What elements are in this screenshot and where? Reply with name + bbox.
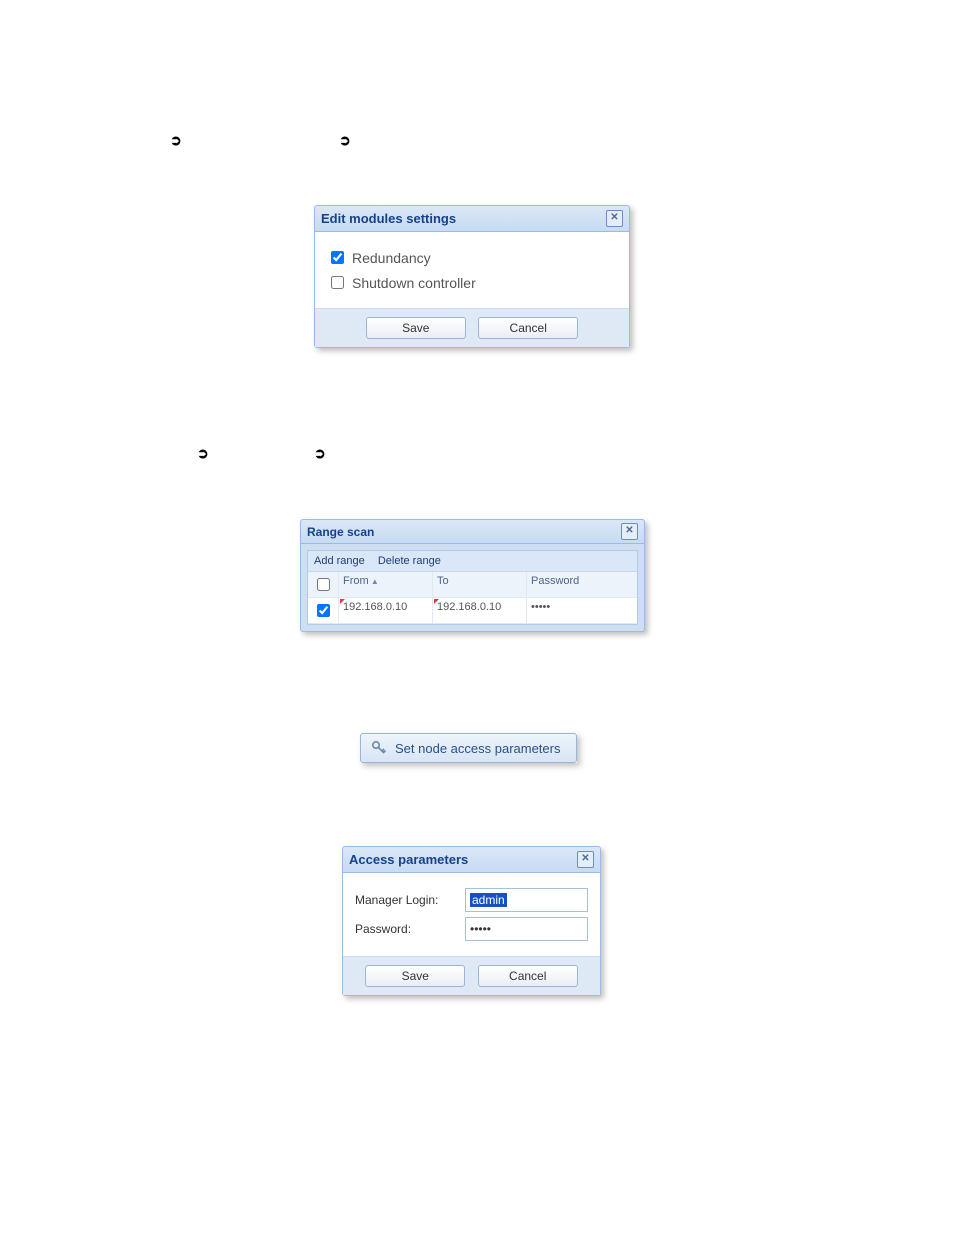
dialog-title: Edit modules settings bbox=[321, 211, 456, 226]
password-input[interactable]: ••••• bbox=[465, 917, 588, 941]
column-to[interactable]: To bbox=[433, 572, 527, 597]
range-grid: Add range Delete range From To Password … bbox=[307, 550, 638, 625]
key-icon bbox=[371, 740, 387, 756]
arrow-icon: ➲ bbox=[197, 445, 209, 462]
cell-to[interactable]: 192.168.0.10 bbox=[433, 598, 527, 623]
shutdown-controller-label: Shutdown controller bbox=[352, 275, 476, 291]
close-icon[interactable]: ✕ bbox=[621, 523, 638, 540]
close-icon[interactable]: ✕ bbox=[577, 851, 594, 868]
arrow-icon: ➲ bbox=[314, 445, 326, 462]
password-value: ••••• bbox=[470, 922, 491, 936]
redundancy-option[interactable]: Redundancy bbox=[327, 248, 617, 267]
delete-range-button[interactable]: Delete range bbox=[378, 555, 441, 567]
dialog-header: Edit modules settings ✕ bbox=[315, 206, 629, 232]
access-parameters-dialog: Access parameters ✕ Manager Login: admin… bbox=[342, 846, 601, 996]
dialog-body: Manager Login: admin Password: ••••• bbox=[343, 873, 600, 956]
add-range-button[interactable]: Add range bbox=[314, 555, 365, 567]
table-row[interactable]: 192.168.0.10 192.168.0.10 ••••• bbox=[308, 598, 637, 624]
dialog-footer: Save Cancel bbox=[343, 956, 600, 995]
column-password[interactable]: Password bbox=[527, 572, 637, 597]
save-button[interactable]: Save bbox=[365, 965, 465, 987]
range-toolbar: Add range Delete range bbox=[308, 551, 637, 572]
password-label: Password: bbox=[355, 922, 465, 936]
dialog-header: Range scan ✕ bbox=[301, 520, 644, 544]
dialog-footer: Save Cancel bbox=[315, 308, 629, 347]
set-node-access-button[interactable]: Set node access parameters bbox=[360, 733, 577, 763]
manager-login-row: Manager Login: admin bbox=[355, 888, 588, 912]
cell-from[interactable]: 192.168.0.10 bbox=[338, 598, 433, 623]
dialog-title: Range scan bbox=[307, 525, 374, 539]
set-node-access-label: Set node access parameters bbox=[395, 741, 560, 756]
redundancy-checkbox[interactable] bbox=[331, 251, 344, 264]
edit-modules-settings-dialog: Edit modules settings ✕ Redundancy Shutd… bbox=[314, 205, 630, 348]
cancel-button[interactable]: Cancel bbox=[478, 965, 578, 987]
table-header: From To Password bbox=[308, 572, 637, 598]
password-row: Password: ••••• bbox=[355, 917, 588, 941]
range-scan-panel: Range scan ✕ Add range Delete range From… bbox=[300, 519, 645, 632]
manager-login-input[interactable]: admin bbox=[465, 888, 588, 912]
close-icon[interactable]: ✕ bbox=[606, 210, 623, 227]
cell-password[interactable]: ••••• bbox=[527, 598, 637, 623]
set-node-access-button-wrap: Set node access parameters bbox=[360, 733, 577, 763]
dialog-body: Redundancy Shutdown controller bbox=[315, 232, 629, 308]
column-from[interactable]: From bbox=[338, 572, 433, 597]
shutdown-controller-option[interactable]: Shutdown controller bbox=[327, 273, 617, 292]
dialog-title: Access parameters bbox=[349, 852, 468, 867]
arrow-icon: ➲ bbox=[170, 132, 182, 149]
save-button[interactable]: Save bbox=[366, 317, 466, 339]
arrow-icon: ➲ bbox=[339, 132, 351, 149]
cancel-button[interactable]: Cancel bbox=[478, 317, 578, 339]
manager-login-value: admin bbox=[470, 893, 507, 907]
manager-login-label: Manager Login: bbox=[355, 893, 465, 907]
redundancy-label: Redundancy bbox=[352, 250, 431, 266]
shutdown-controller-checkbox[interactable] bbox=[331, 276, 344, 289]
select-all-checkbox[interactable] bbox=[308, 572, 338, 597]
row-checkbox[interactable] bbox=[317, 604, 330, 617]
dialog-header: Access parameters ✕ bbox=[343, 847, 600, 873]
